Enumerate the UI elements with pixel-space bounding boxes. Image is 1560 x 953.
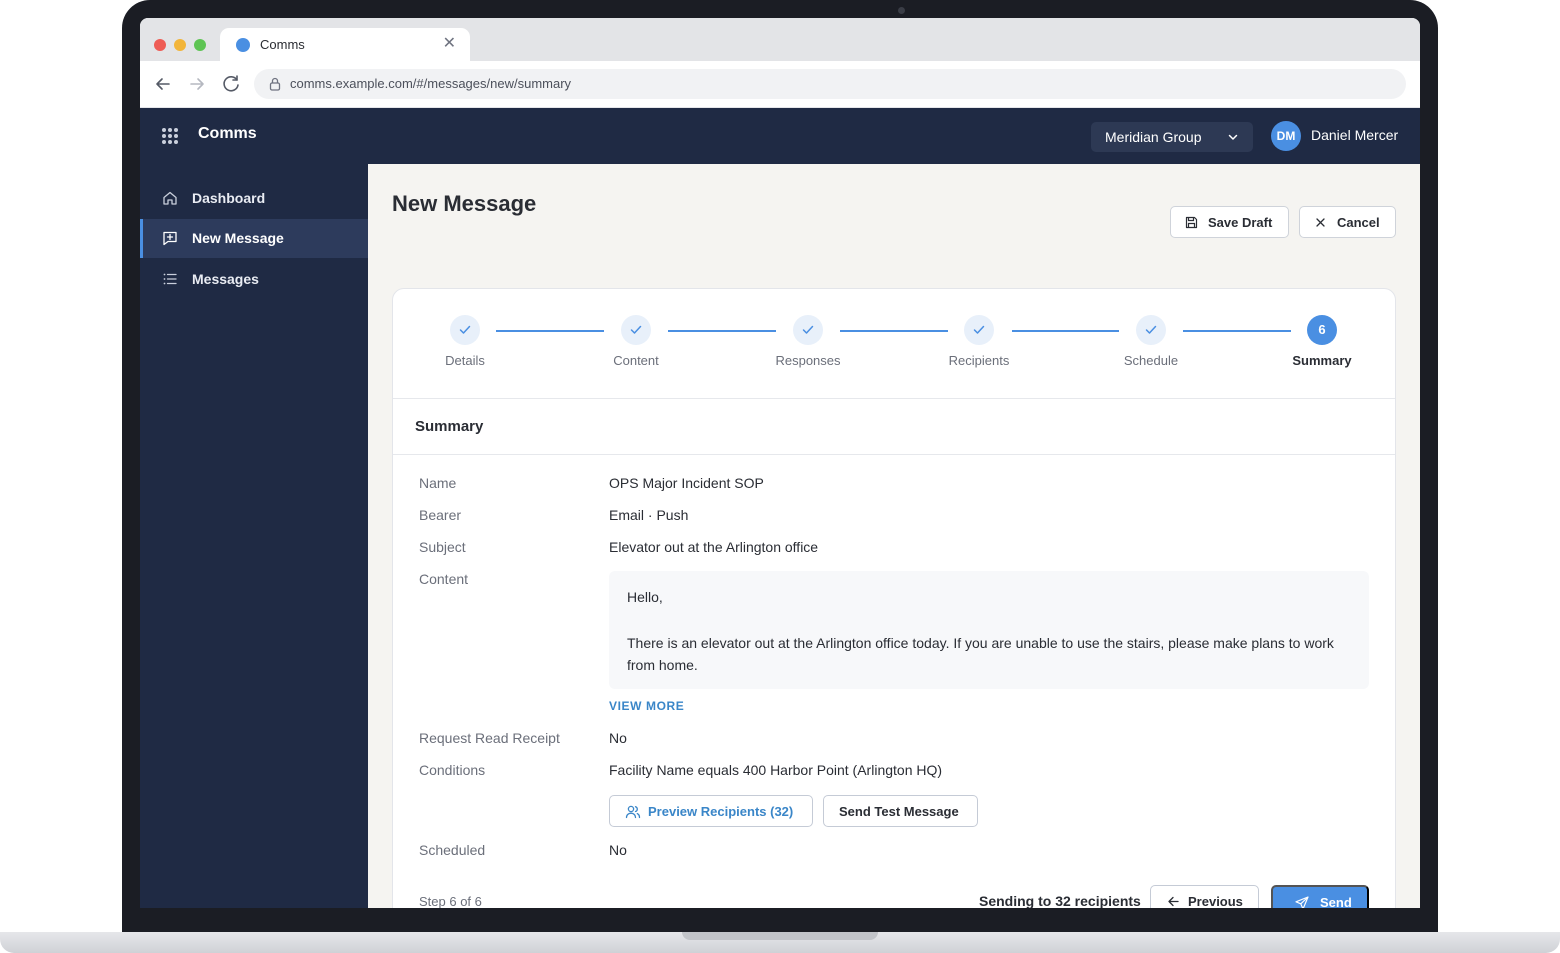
users-icon bbox=[625, 805, 641, 819]
save-draft-label: Save Draft bbox=[1208, 215, 1273, 230]
read-receipt-label: Request Read Receipt bbox=[419, 730, 560, 746]
close-icon bbox=[1316, 218, 1325, 227]
step-summary[interactable]: 6 Summary bbox=[1262, 315, 1382, 368]
check-icon bbox=[450, 315, 480, 345]
organization-select-value: Meridian Group bbox=[1105, 129, 1202, 145]
step-details[interactable]: Details bbox=[405, 315, 525, 368]
subject-value: Elevator out at the Arlington office bbox=[609, 539, 819, 555]
sidebar-item-dashboard[interactable]: Dashboard bbox=[140, 179, 368, 218]
list-icon bbox=[163, 273, 177, 285]
favicon-icon bbox=[236, 38, 250, 52]
check-icon bbox=[793, 315, 823, 345]
sidebar: Dashboard New Message Messages bbox=[140, 164, 368, 908]
step-number: 6 bbox=[1307, 315, 1337, 345]
conditions-value: Facility Name equals 400 Harbor Point (A… bbox=[609, 762, 943, 778]
minimize-window-button[interactable] bbox=[174, 39, 186, 51]
send-test-message-button[interactable]: Send Test Message bbox=[823, 795, 978, 827]
page-title: New Message bbox=[392, 191, 537, 216]
step-recipients[interactable]: Recipients bbox=[919, 315, 1039, 368]
browser-tab-bar: Comms ✕ bbox=[140, 18, 1420, 61]
main-content: New Message Save Draft Cancel Details Co… bbox=[368, 164, 1420, 908]
paper-plane-icon bbox=[1295, 896, 1309, 908]
sidebar-item-label: Messages bbox=[192, 271, 259, 287]
browser-tab[interactable]: Comms ✕ bbox=[220, 28, 470, 61]
step-label: Details bbox=[445, 353, 485, 368]
chevron-down-icon bbox=[1228, 134, 1238, 140]
content-label: Content bbox=[419, 571, 469, 587]
step-content[interactable]: Content bbox=[576, 315, 696, 368]
url-field[interactable]: comms.example.com/#/messages/new/summary bbox=[254, 69, 1406, 99]
sidebar-item-label: Dashboard bbox=[192, 190, 266, 206]
app-name: Comms bbox=[198, 125, 257, 142]
tab-close-icon[interactable]: ✕ bbox=[443, 35, 456, 53]
name-label: Name bbox=[419, 475, 457, 491]
message-plus-icon bbox=[163, 231, 177, 246]
step-label: Responses bbox=[775, 353, 841, 368]
scheduled-value: No bbox=[609, 842, 627, 858]
check-icon bbox=[964, 315, 994, 345]
conditions-label: Conditions bbox=[419, 762, 486, 778]
name-value: OPS Major Incident SOP bbox=[609, 475, 764, 491]
previous-button[interactable]: Previous bbox=[1150, 885, 1259, 908]
screen: Comms ✕ comms.example.com/#/messages/new… bbox=[140, 18, 1420, 908]
previous-label: Previous bbox=[1188, 894, 1243, 908]
view-more-link[interactable]: VIEW MORE bbox=[609, 699, 684, 713]
cancel-label: Cancel bbox=[1337, 215, 1380, 230]
organization-select[interactable]: Meridian Group bbox=[1091, 122, 1253, 152]
step-responses[interactable]: Responses bbox=[748, 315, 868, 368]
step-label: Schedule bbox=[1123, 353, 1179, 368]
sidebar-item-new-message[interactable]: New Message bbox=[140, 219, 368, 258]
sidebar-item-messages[interactable]: Messages bbox=[140, 260, 368, 299]
url-text: comms.example.com/#/messages/new/summary bbox=[290, 76, 572, 91]
preview-recipients-button[interactable]: Preview Recipients (32) bbox=[609, 795, 813, 827]
summary-card: Details Content Responses Recipients Sch… bbox=[392, 288, 1396, 908]
preview-recipients-label: Preview Recipients (32) bbox=[648, 804, 794, 819]
app-grid-icon[interactable] bbox=[162, 128, 178, 144]
laptop-notch bbox=[682, 932, 878, 940]
content-body: There is an elevator out at the Arlingto… bbox=[627, 635, 1334, 673]
reload-icon[interactable] bbox=[220, 73, 242, 95]
arrow-left-icon bbox=[1168, 896, 1179, 907]
send-test-message-label: Send Test Message bbox=[839, 804, 959, 819]
check-icon bbox=[621, 315, 651, 345]
content-greeting: Hello, bbox=[627, 589, 663, 605]
close-window-button[interactable] bbox=[154, 39, 166, 51]
forward-arrow-icon[interactable] bbox=[186, 73, 208, 95]
step-label: Summary bbox=[1292, 353, 1352, 368]
save-icon bbox=[1185, 216, 1198, 229]
app-header: Comms Meridian Group DM Daniel Mercer bbox=[140, 108, 1420, 164]
content-preview: Hello, There is an elevator out at the A… bbox=[609, 571, 1369, 689]
step-label: Content bbox=[613, 353, 659, 368]
home-icon bbox=[163, 191, 177, 205]
sidebar-item-label: New Message bbox=[192, 230, 284, 246]
section-title: Summary bbox=[415, 418, 484, 435]
send-button[interactable]: Send bbox=[1271, 885, 1369, 908]
divider bbox=[393, 398, 1395, 399]
bearer-value: Email · Push bbox=[609, 507, 689, 523]
step-schedule[interactable]: Schedule bbox=[1091, 315, 1211, 368]
recipient-count-text: Sending to 32 recipients bbox=[979, 893, 1141, 908]
user-name[interactable]: Daniel Mercer bbox=[1311, 127, 1398, 143]
divider bbox=[393, 454, 1395, 455]
check-icon bbox=[1136, 315, 1166, 345]
cancel-button[interactable]: Cancel bbox=[1299, 206, 1396, 238]
lock-icon bbox=[269, 77, 281, 91]
maximize-window-button[interactable] bbox=[194, 39, 206, 51]
scheduled-label: Scheduled bbox=[419, 842, 486, 858]
read-receipt-value: No bbox=[609, 730, 627, 746]
avatar[interactable]: DM bbox=[1271, 121, 1301, 151]
back-arrow-icon[interactable] bbox=[152, 73, 174, 95]
bearer-label: Bearer bbox=[419, 507, 462, 523]
step-counter: Step 6 of 6 bbox=[419, 894, 482, 908]
camera-dot bbox=[898, 7, 905, 14]
send-label: Send bbox=[1320, 895, 1352, 908]
step-label: Recipients bbox=[948, 353, 1010, 368]
tab-title: Comms bbox=[260, 37, 305, 52]
save-draft-button[interactable]: Save Draft bbox=[1170, 206, 1289, 238]
browser-address-bar: comms.example.com/#/messages/new/summary bbox=[140, 61, 1420, 108]
subject-label: Subject bbox=[419, 539, 466, 555]
